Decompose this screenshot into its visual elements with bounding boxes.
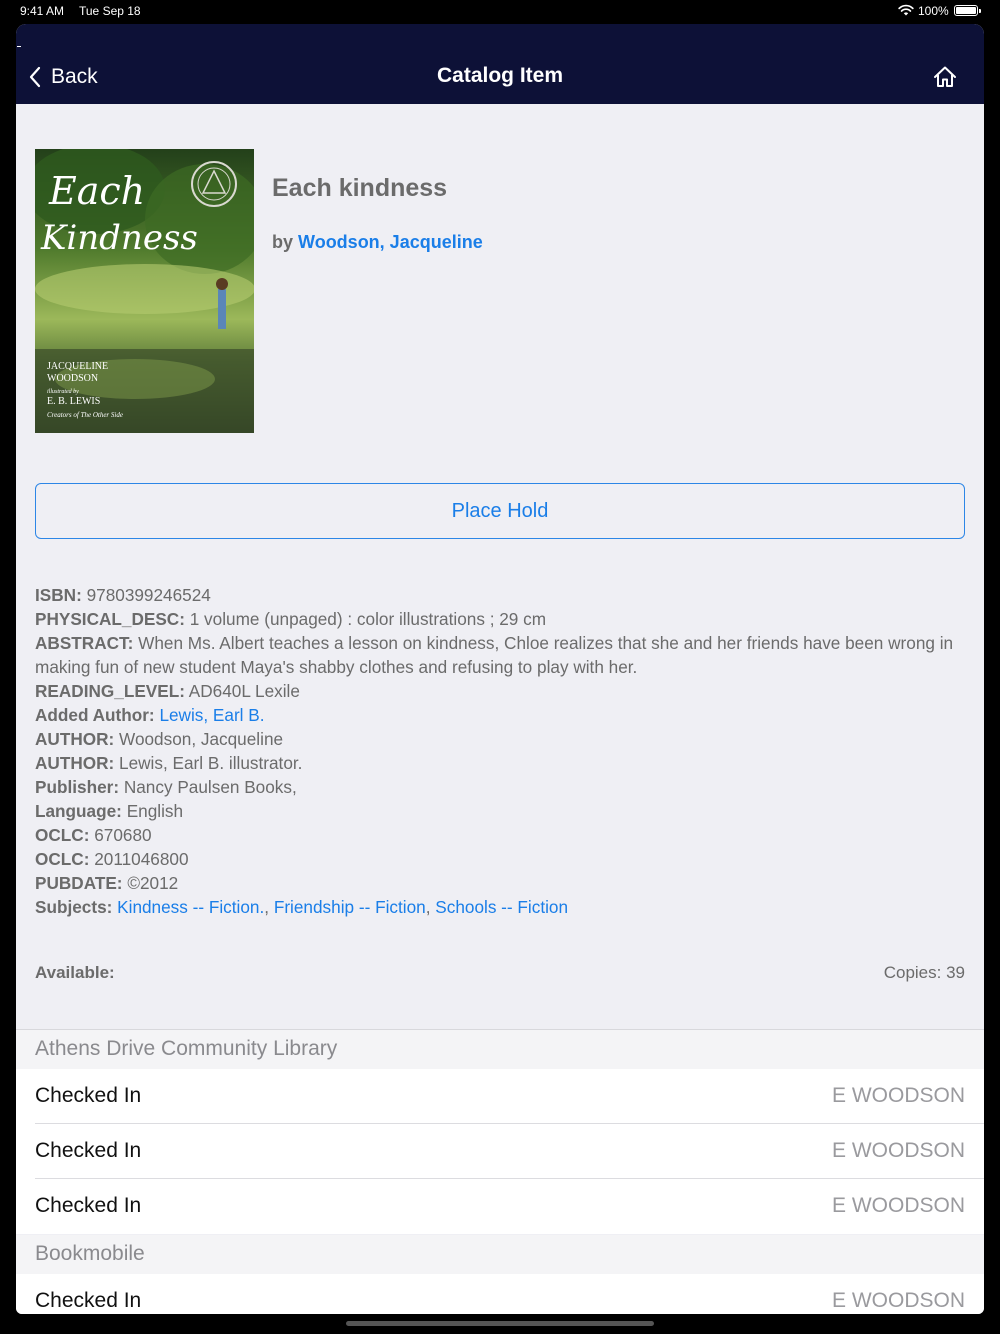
subject-link[interactable]: Friendship -- Fiction bbox=[274, 897, 426, 917]
author-link[interactable]: Woodson, Jacqueline bbox=[298, 232, 483, 252]
location-header: Bookmobile bbox=[16, 1235, 984, 1275]
copy-status: Checked In bbox=[35, 1194, 142, 1217]
cover-illustration: Each Kindness JACQUELINE WOODSON illustr… bbox=[35, 149, 254, 433]
copy-status: Checked In bbox=[35, 1139, 142, 1162]
cover-illustrated-by: illustrated by bbox=[47, 389, 79, 395]
detail-language: Language: English bbox=[35, 801, 184, 821]
battery-icon bbox=[954, 5, 981, 16]
by-prefix: by bbox=[272, 232, 294, 252]
cover-title-line2: Kindness bbox=[40, 218, 198, 258]
added-author-link[interactable]: Lewis, Earl B. bbox=[159, 705, 264, 725]
detail-oclc: OCLC: 2011046800 bbox=[35, 849, 189, 869]
home-icon[interactable] bbox=[932, 64, 958, 90]
status-date: Tue Sep 18 bbox=[79, 4, 141, 18]
status-time: 9:41 AM bbox=[20, 4, 65, 18]
copy-status: Checked In bbox=[35, 1084, 142, 1107]
navigation-bar: Back Catalog Item bbox=[16, 24, 984, 104]
author-line: by Woodson, Jacqueline bbox=[272, 232, 483, 253]
detail-oclc: OCLC: 670680 bbox=[35, 825, 152, 845]
item-details: ISBN: 9780399246524 PHYSICAL_DESC: 1 vol… bbox=[35, 583, 965, 919]
place-hold-button[interactable]: Place Hold bbox=[35, 483, 965, 539]
subject-link[interactable]: Schools -- Fiction bbox=[435, 897, 568, 917]
cover-illustrator: E. B. LEWIS bbox=[47, 396, 100, 407]
cover-title-line1: Each bbox=[48, 169, 145, 213]
detail-author: AUTHOR: Lewis, Earl B. illustrator. bbox=[35, 753, 303, 773]
detail-isbn: ISBN: 9780399246524 bbox=[35, 585, 211, 605]
wifi-icon bbox=[898, 4, 914, 16]
battery-percent: 100% bbox=[918, 4, 949, 18]
detail-reading-level: READING_LEVEL: AD640L Lexile bbox=[35, 681, 300, 701]
copies-count: Copies: 39 bbox=[883, 963, 965, 982]
copy-row[interactable]: Checked In E WOODSON bbox=[16, 1124, 984, 1179]
call-number: E WOODSON bbox=[831, 1084, 965, 1107]
detail-subjects: Subjects: Kindness -- Fiction., Friendsh… bbox=[35, 897, 569, 917]
book-title: Each kindness bbox=[272, 174, 448, 202]
detail-added-author: Added Author: Lewis, Earl B. bbox=[35, 705, 265, 725]
book-cover-image: Each Kindness JACQUELINE WOODSON illustr… bbox=[35, 149, 254, 433]
detail-physical-desc: PHYSICAL_DESC: 1 volume (unpaged) : colo… bbox=[35, 609, 547, 629]
available-label: Available: bbox=[35, 963, 115, 982]
detail-pubdate: PUBDATE: ©2012 bbox=[35, 873, 179, 893]
location-header: Athens Drive Community Library bbox=[16, 1030, 984, 1070]
call-number: E WOODSON bbox=[831, 1139, 965, 1162]
copy-row[interactable]: Checked In E WOODSON bbox=[16, 1069, 984, 1124]
detail-publisher: Publisher: Nancy Paulsen Books, bbox=[35, 777, 297, 797]
catalog-item-screen: Back Catalog Item Each Kindness JACQUELI… bbox=[16, 24, 984, 1314]
cover-author-line2: WOODSON bbox=[47, 373, 98, 384]
call-number: E WOODSON bbox=[831, 1289, 965, 1312]
copy-status: Checked In bbox=[35, 1289, 142, 1312]
status-bar: 9:41 AM Tue Sep 18 100% bbox=[0, 0, 1000, 24]
subject-link[interactable]: Kindness -- Fiction. bbox=[117, 897, 264, 917]
cover-author-line1: JACQUELINE bbox=[47, 361, 108, 372]
home-indicator[interactable] bbox=[346, 1321, 654, 1326]
copy-row[interactable]: Checked In E WOODSON bbox=[16, 1179, 984, 1234]
detail-abstract: ABSTRACT: When Ms. Albert teaches a less… bbox=[35, 633, 954, 677]
detail-author: AUTHOR: Woodson, Jacqueline bbox=[35, 729, 284, 749]
call-number: E WOODSON bbox=[831, 1194, 965, 1217]
copy-row[interactable]: Checked In E WOODSON bbox=[16, 1274, 984, 1314]
page-title: Catalog Item bbox=[436, 64, 564, 87]
cover-tagline: Creators of The Other Side bbox=[47, 411, 123, 419]
